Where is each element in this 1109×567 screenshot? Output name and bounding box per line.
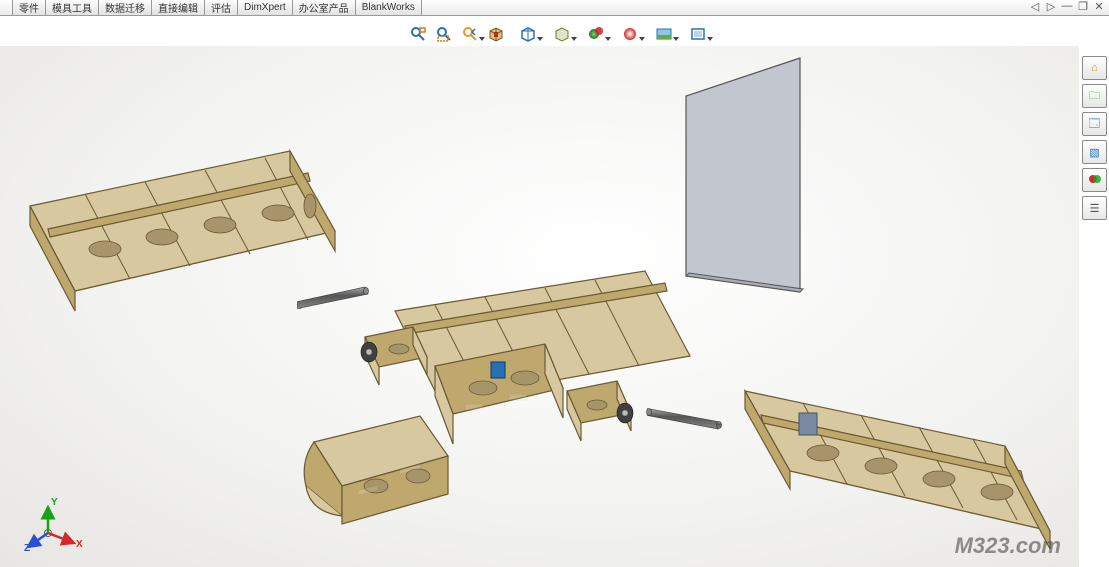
axis-x-label: X bbox=[76, 539, 83, 550]
watermark: M323.com bbox=[955, 533, 1061, 559]
tab-label: DimXpert bbox=[244, 2, 286, 13]
minimize-button[interactable]: — bbox=[1059, 0, 1075, 13]
apply-scene-button[interactable] bbox=[656, 26, 672, 42]
section-view-icon bbox=[488, 26, 504, 42]
chevron-left-icon: ◁ bbox=[1031, 0, 1039, 13]
tab-label: BlankWorks bbox=[362, 2, 415, 13]
view-settings-button[interactable] bbox=[690, 26, 706, 42]
previous-view-icon bbox=[462, 26, 478, 42]
tab-label: 评估 bbox=[211, 0, 231, 15]
tab-mold-tools[interactable]: 模具工具 bbox=[46, 0, 99, 15]
chevron-down-icon bbox=[479, 37, 485, 41]
display-style-icon bbox=[554, 26, 570, 42]
view-orientation-button[interactable] bbox=[520, 26, 536, 42]
tab-evaluate[interactable]: 评估 bbox=[205, 0, 238, 15]
tab-blankworks[interactable]: BlankWorks bbox=[356, 0, 422, 15]
task-pane-design-library[interactable]: 🗀 bbox=[1082, 84, 1107, 108]
tab-label: 模具工具 bbox=[52, 0, 92, 15]
tab-dimxpert[interactable]: DimXpert bbox=[238, 0, 293, 15]
tab-data-migration[interactable]: 数据迁移 bbox=[99, 0, 152, 15]
zoom-to-fit-button[interactable] bbox=[410, 26, 426, 42]
tab-part[interactable]: 零件 bbox=[12, 0, 46, 15]
chevron-down-icon bbox=[537, 37, 543, 41]
orientation-triad[interactable]: Y X Z bbox=[24, 493, 84, 553]
hide-show-items-icon bbox=[588, 26, 604, 42]
part-left-spar-rod bbox=[298, 287, 369, 309]
model-canvas bbox=[0, 46, 1079, 567]
chevron-down-icon bbox=[605, 37, 611, 41]
zoom-to-fit-icon bbox=[410, 26, 426, 42]
axis-y-label: Y bbox=[51, 497, 58, 508]
document-window-controls: ◁ ▷ — ❐ ✕ bbox=[1027, 0, 1107, 13]
nav-forward-button[interactable]: ▷ bbox=[1043, 0, 1059, 13]
tab-label: 办公室产品 bbox=[299, 0, 349, 15]
chevron-down-icon bbox=[673, 37, 679, 41]
zoom-to-area-icon bbox=[436, 26, 452, 42]
nav-back-button[interactable]: ◁ bbox=[1027, 0, 1043, 13]
chevron-down-icon bbox=[639, 37, 645, 41]
design-library-icon: 🗀 bbox=[1089, 87, 1100, 106]
task-pane-custom-properties[interactable]: ☰ bbox=[1082, 196, 1107, 220]
edit-appearance-button[interactable] bbox=[622, 26, 638, 42]
part-right-outer-wing bbox=[745, 391, 1050, 549]
zoom-to-area-button[interactable] bbox=[436, 26, 452, 42]
task-pane-appearances[interactable] bbox=[1082, 168, 1107, 192]
display-style-button[interactable] bbox=[554, 26, 570, 42]
hide-show-items-button[interactable] bbox=[588, 26, 604, 42]
view-settings-icon bbox=[690, 26, 706, 42]
tab-office-products[interactable]: 办公室产品 bbox=[293, 0, 356, 15]
part-vertical-fin bbox=[686, 58, 803, 292]
maximize-icon: ❐ bbox=[1078, 0, 1088, 13]
chevron-right-icon: ▷ bbox=[1047, 0, 1055, 13]
view-palette-icon: ▧ bbox=[1089, 146, 1099, 159]
part-nose-pod bbox=[304, 416, 448, 524]
part-left-outer-wing bbox=[30, 151, 335, 311]
apply-scene-icon bbox=[656, 26, 672, 42]
appearances-icon bbox=[1088, 172, 1102, 189]
view-orientation-icon bbox=[520, 26, 536, 42]
home-icon: ⌂ bbox=[1091, 62, 1098, 74]
custom-properties-icon: ☰ bbox=[1090, 202, 1100, 215]
chevron-down-icon bbox=[571, 37, 577, 41]
close-button[interactable]: ✕ bbox=[1091, 0, 1107, 13]
minimize-icon: — bbox=[1062, 0, 1073, 12]
edit-appearance-icon bbox=[622, 26, 638, 42]
tab-label: 零件 bbox=[19, 0, 39, 15]
axis-z-label: Z bbox=[24, 543, 30, 554]
maximize-button[interactable]: ❐ bbox=[1075, 0, 1091, 13]
task-pane-home[interactable]: ⌂ bbox=[1082, 56, 1107, 80]
section-view-button[interactable] bbox=[488, 26, 504, 42]
heads-up-view-toolbar bbox=[410, 26, 706, 42]
graphics-viewport[interactable]: Y X Z M323.com bbox=[0, 46, 1079, 567]
file-explorer-icon: 🗔 bbox=[1089, 115, 1101, 134]
tab-direct-editing[interactable]: 直接编辑 bbox=[152, 0, 205, 15]
tab-label: 数据迁移 bbox=[105, 0, 145, 15]
task-pane-file-explorer[interactable]: 🗔 bbox=[1082, 112, 1107, 136]
commandmanager-tabs: 零件 模具工具 数据迁移 直接编辑 评估 DimXpert 办公室产品 Blan… bbox=[0, 0, 1109, 16]
previous-view-button[interactable] bbox=[462, 26, 478, 42]
task-pane-tabs: ⌂ 🗀 🗔 ▧ ☰ bbox=[1082, 56, 1107, 220]
close-icon: ✕ bbox=[1094, 0, 1103, 13]
chevron-down-icon bbox=[707, 37, 713, 41]
tab-label: 直接编辑 bbox=[158, 0, 198, 15]
part-right-spar-rod bbox=[647, 409, 722, 430]
task-pane-view-palette[interactable]: ▧ bbox=[1082, 140, 1107, 164]
